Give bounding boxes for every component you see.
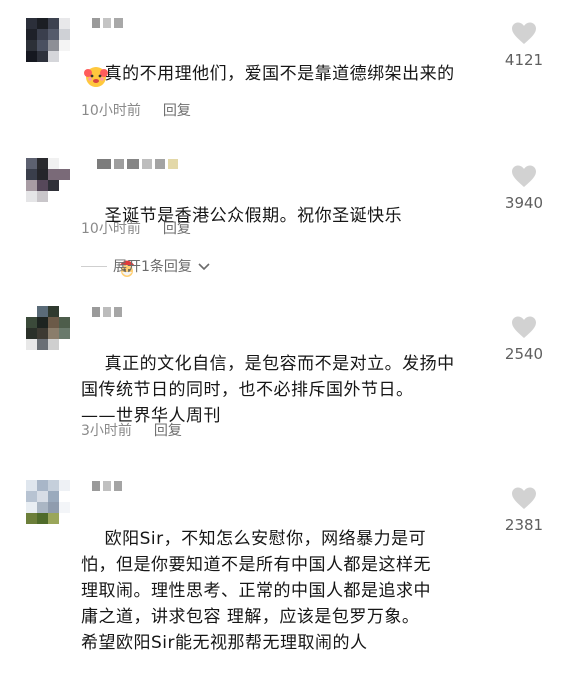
- comment-text-content: 真的不用理他们，爱国不是靠道德绑架出来的: [104, 64, 455, 84]
- comment-meta: 10小时前 回复: [81, 100, 191, 120]
- timestamp: 10小时前: [81, 221, 141, 237]
- timestamp: 3小时前: [81, 423, 132, 439]
- like-count: 2381: [504, 516, 544, 534]
- avatar[interactable]: [26, 18, 70, 62]
- like-button[interactable]: 2381: [499, 487, 549, 534]
- expand-replies-button[interactable]: 展开1条回复: [81, 256, 210, 276]
- avatar[interactable]: [26, 306, 70, 350]
- comment-meta: 3小时前 回复: [81, 420, 182, 440]
- divider: [81, 265, 107, 267]
- comment-text-content: 真正的文化自信，是包容而不是对立。发扬中 国传统节日的同时，也不必排斥国外节日。…: [81, 354, 455, 426]
- heart-icon: [512, 165, 536, 187]
- username-obscured[interactable]: [92, 477, 122, 491]
- expand-replies-label: 展开1条回复: [113, 259, 192, 275]
- reply-button[interactable]: 回复: [163, 218, 191, 238]
- like-count: 3940: [504, 194, 544, 212]
- like-button[interactable]: 2540: [499, 316, 549, 363]
- like-button[interactable]: 4121: [499, 22, 549, 69]
- heart-icon: [512, 487, 536, 509]
- heart-icon: [512, 22, 536, 44]
- like-button[interactable]: 3940: [499, 165, 549, 212]
- username-obscured[interactable]: [97, 155, 178, 169]
- username-obscured[interactable]: [92, 14, 123, 28]
- avatar[interactable]: [26, 480, 70, 524]
- reply-button[interactable]: 回复: [154, 420, 182, 440]
- timestamp: 10小时前: [81, 103, 141, 119]
- red-face-emoji: [83, 64, 109, 88]
- comment-text-content: 欧阳Sir，不知怎么安慰你，网络暴力是可 怕，但是你要知道不是所有中国人都是这样…: [81, 529, 431, 653]
- comment-text: 圣诞节是香港公众假期。祝你圣诞快乐: [81, 177, 402, 333]
- like-count: 2540: [504, 345, 544, 363]
- comment-text: 欧阳Sir，不知怎么安慰你，网络暴力是可 怕，但是你要知道不是所有中国人都是这样…: [81, 500, 431, 682]
- heart-icon: [512, 316, 536, 338]
- avatar[interactable]: [26, 158, 70, 202]
- like-count: 4121: [504, 51, 544, 69]
- reply-button[interactable]: 回复: [163, 100, 191, 120]
- username-obscured[interactable]: [92, 303, 122, 317]
- chevron-down-icon: [198, 263, 210, 271]
- comment-meta: 10小时前 回复: [81, 218, 191, 238]
